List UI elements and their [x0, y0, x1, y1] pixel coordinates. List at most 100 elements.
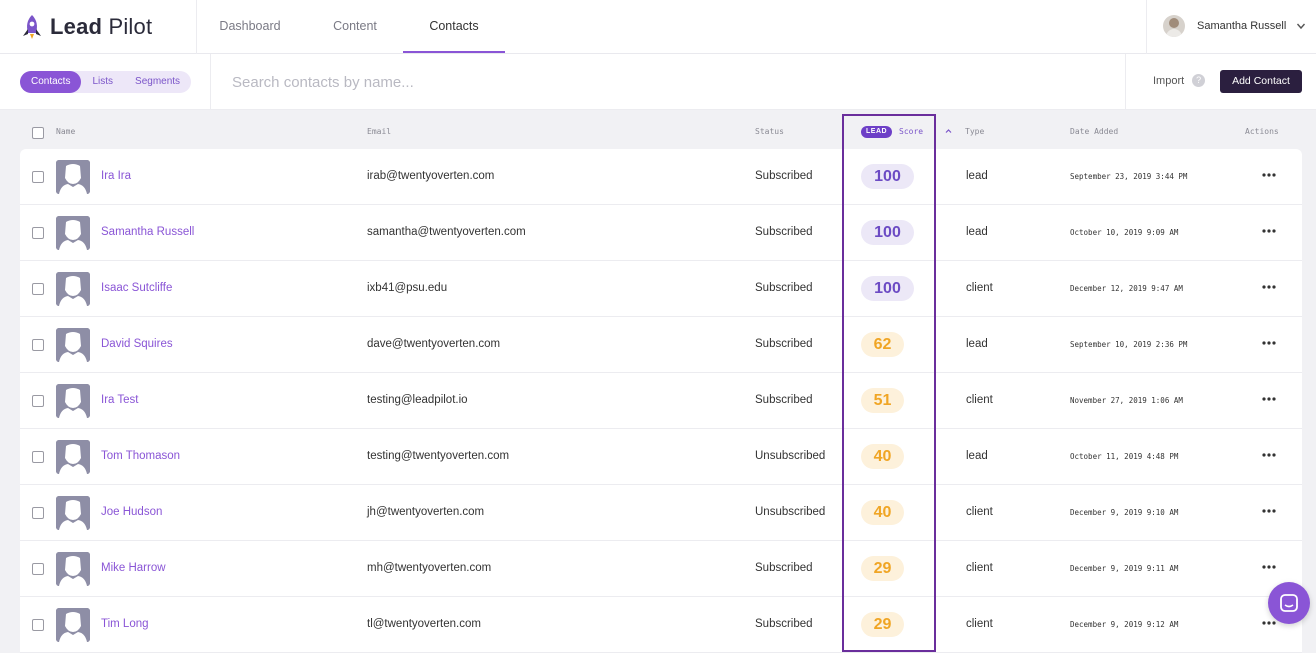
nav-divider	[196, 0, 197, 54]
nav-tab-content[interactable]: Content	[305, 0, 405, 54]
lead-score-badge: 29	[861, 556, 904, 581]
contact-avatar	[56, 384, 90, 418]
lead-score-badge: 29	[861, 612, 904, 637]
lead-score-badge: 40	[861, 444, 904, 469]
rocket-icon	[23, 15, 41, 39]
contact-email: irab@twentyoverten.com	[367, 170, 495, 182]
more-horizontal-icon	[1262, 565, 1276, 569]
lead-score-badge: 100	[861, 220, 914, 245]
default-avatar-icon	[56, 328, 90, 362]
contact-name[interactable]: David Squires	[101, 338, 173, 350]
contact-avatar	[56, 328, 90, 362]
row-actions-button[interactable]	[1260, 503, 1278, 519]
row-checkbox[interactable]	[32, 339, 44, 351]
contact-name[interactable]: Ira Ira	[101, 170, 131, 182]
row-actions-button[interactable]	[1260, 167, 1278, 183]
contact-email: tl@twentyoverten.com	[367, 618, 481, 630]
contact-status: Subscribed	[755, 338, 813, 350]
import-label: Import	[1153, 74, 1185, 87]
row-checkbox[interactable]	[32, 451, 44, 463]
header-status[interactable]: Status	[755, 127, 784, 136]
table-row[interactable]: Ira Test testing@leadpilot.io Subscribed…	[20, 373, 1302, 429]
nav-divider	[1146, 0, 1147, 54]
contact-avatar	[56, 552, 90, 586]
contact-type: lead	[966, 170, 988, 182]
top-navbar: Lead Pilot Dashboard Content Contacts Sa…	[0, 0, 1316, 54]
contact-name[interactable]: Mike Harrow	[101, 562, 166, 574]
contact-avatar	[56, 496, 90, 530]
table-header: Name Email Status LEAD Score Type Date A…	[0, 110, 1316, 150]
default-avatar-icon	[56, 272, 90, 306]
date-added: December 9, 2019 9:11 AM	[1070, 564, 1179, 573]
header-name[interactable]: Name	[56, 127, 75, 136]
contact-status: Unsubscribed	[755, 450, 826, 462]
contact-avatar	[56, 160, 90, 194]
row-actions-button[interactable]	[1260, 279, 1278, 295]
brand-logo[interactable]: Lead Pilot	[20, 12, 152, 42]
contact-status: Unsubscribed	[755, 506, 826, 518]
table-row[interactable]: Ira Ira irab@twentyoverten.com Subscribe…	[20, 149, 1302, 205]
contact-name[interactable]: Joe Hudson	[101, 506, 162, 518]
default-avatar-icon	[56, 384, 90, 418]
default-avatar-icon	[56, 216, 90, 250]
header-score[interactable]: Score	[899, 127, 923, 136]
table-row[interactable]: Samantha Russell samantha@twentyoverten.…	[20, 205, 1302, 261]
row-checkbox[interactable]	[32, 619, 44, 631]
contact-email: ixb41@psu.edu	[367, 282, 448, 294]
lead-score-badge: 100	[861, 276, 914, 301]
table-row[interactable]: Tim Long tl@twentyoverten.com Subscribed…	[20, 597, 1302, 653]
row-checkbox[interactable]	[32, 507, 44, 519]
row-actions-button[interactable]	[1260, 335, 1278, 351]
row-checkbox[interactable]	[32, 395, 44, 407]
header-type[interactable]: Type	[965, 127, 984, 136]
date-added: October 11, 2019 4:48 PM	[1070, 452, 1179, 461]
brand-name: Lead Pilot	[50, 14, 153, 39]
contact-type: lead	[966, 338, 988, 350]
contact-status: Subscribed	[755, 562, 813, 574]
chat-launcher[interactable]	[1268, 582, 1310, 624]
contact-name[interactable]: Isaac Sutcliffe	[101, 282, 172, 294]
pill-lists[interactable]: Lists	[81, 71, 124, 93]
row-actions-button[interactable]	[1260, 447, 1278, 463]
table-row[interactable]: Mike Harrow mh@twentyoverten.com Subscri…	[20, 541, 1302, 597]
default-avatar-icon	[56, 160, 90, 194]
contact-type: client	[966, 618, 993, 630]
add-contact-button[interactable]: Add Contact	[1220, 70, 1302, 93]
header-date-added[interactable]: Date Added	[1070, 127, 1118, 136]
import-button[interactable]: Import ?	[1153, 74, 1206, 87]
contact-name[interactable]: Ira Test	[101, 394, 139, 406]
row-actions-button[interactable]	[1260, 223, 1278, 239]
table-row[interactable]: David Squires dave@twentyoverten.com Sub…	[20, 317, 1302, 373]
pill-segments[interactable]: Segments	[124, 71, 191, 93]
contact-avatar	[56, 216, 90, 250]
more-horizontal-icon	[1262, 285, 1276, 289]
header-email[interactable]: Email	[367, 127, 391, 136]
contact-email: samantha@twentyoverten.com	[367, 226, 526, 238]
pill-contacts[interactable]: Contacts	[20, 71, 82, 93]
user-menu[interactable]: Samantha Russell	[1163, 14, 1306, 38]
table-row[interactable]: Tom Thomason testing@twentyoverten.com U…	[20, 429, 1302, 485]
contact-name[interactable]: Tom Thomason	[101, 450, 180, 462]
row-actions-button[interactable]	[1260, 559, 1278, 575]
contact-type: client	[966, 394, 993, 406]
row-actions-button[interactable]	[1260, 391, 1278, 407]
sort-ascending-icon[interactable]	[944, 127, 953, 135]
nav-tab-contacts[interactable]: Contacts	[404, 0, 504, 54]
table-row[interactable]: Isaac Sutcliffe ixb41@psu.edu Subscribed…	[20, 261, 1302, 317]
nav-tab-dashboard[interactable]: Dashboard	[200, 0, 300, 54]
contact-status: Subscribed	[755, 282, 813, 294]
row-checkbox[interactable]	[32, 563, 44, 575]
help-icon[interactable]: ?	[1192, 74, 1206, 87]
contact-name[interactable]: Samantha Russell	[101, 226, 194, 238]
contact-name[interactable]: Tim Long	[101, 618, 149, 630]
row-checkbox[interactable]	[32, 171, 44, 183]
row-checkbox[interactable]	[32, 283, 44, 295]
search-input[interactable]	[232, 70, 832, 94]
lead-badge: LEAD	[861, 126, 893, 138]
default-avatar-icon	[56, 608, 90, 642]
select-all-checkbox[interactable]	[32, 127, 44, 139]
row-checkbox[interactable]	[32, 227, 44, 239]
contact-avatar	[56, 608, 90, 642]
contact-status: Subscribed	[755, 226, 813, 238]
table-row[interactable]: Joe Hudson jh@twentyoverten.com Unsubscr…	[20, 485, 1302, 541]
